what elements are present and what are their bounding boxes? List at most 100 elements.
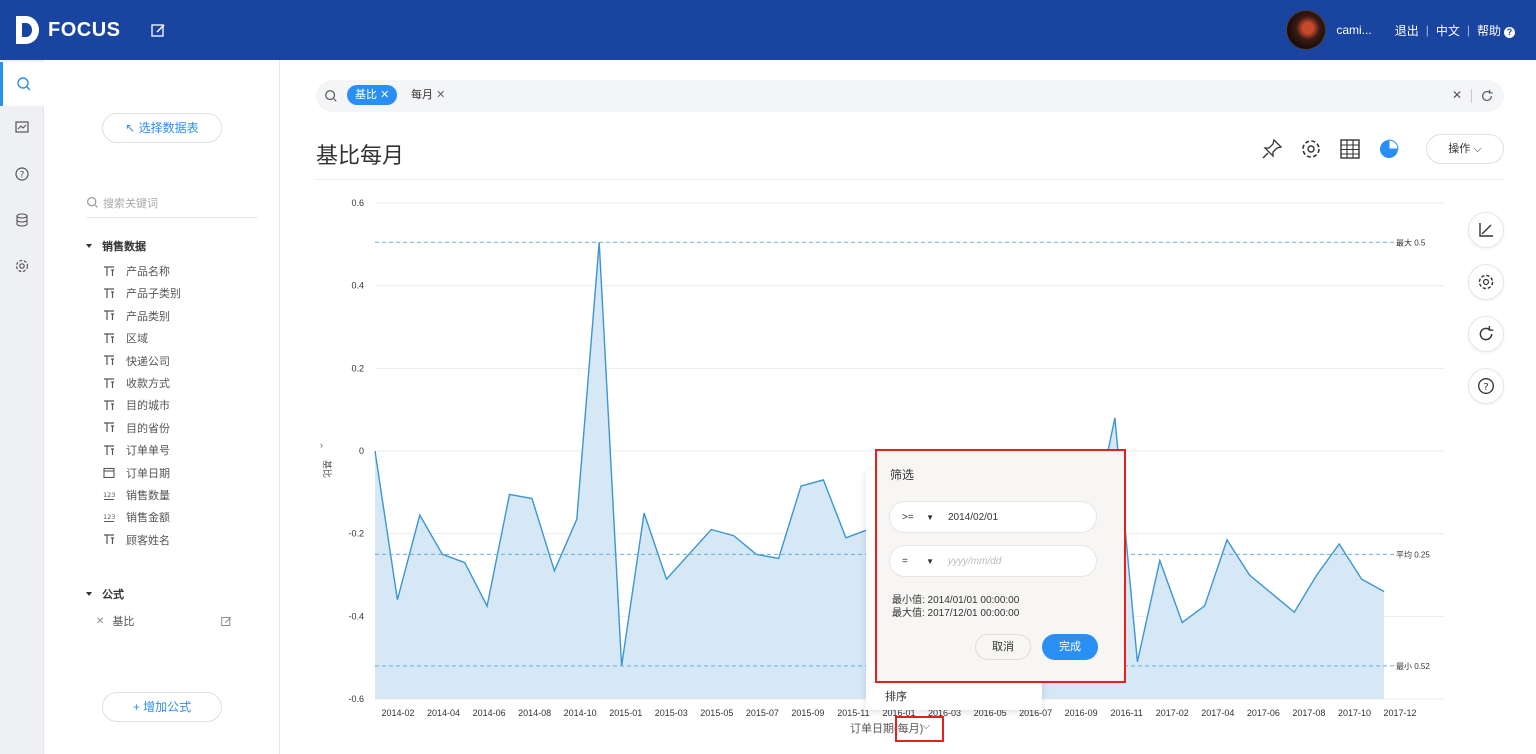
chevron-down-icon: ⌵: [1473, 143, 1482, 155]
text-field-icon: [102, 399, 116, 411]
rail-help[interactable]: ?: [0, 152, 44, 196]
pie-chart-icon[interactable]: [1378, 138, 1400, 160]
x-tick-label: 2016-11: [1111, 708, 1143, 718]
field-item[interactable]: 产品名称: [102, 262, 170, 280]
divider: [1471, 89, 1472, 103]
y-tick-label: 0: [359, 446, 364, 456]
reference-label: 平均 0.25: [1396, 549, 1430, 559]
field-item[interactable]: 123 销售金额: [102, 508, 170, 526]
field-item[interactable]: 订单日期: [102, 464, 170, 482]
language-link[interactable]: 中文: [1436, 22, 1460, 39]
x-tick-label: 2016-09: [1065, 708, 1098, 718]
y-tick-label: -0.4: [348, 611, 364, 621]
formula-item[interactable]: ✕ 基比: [96, 612, 232, 630]
edit-icon[interactable]: [151, 23, 166, 38]
user-name[interactable]: cami...: [1336, 23, 1371, 37]
field-item[interactable]: 快递公司: [102, 352, 170, 370]
y-tick-label: -0.6: [348, 694, 364, 704]
date-input[interactable]: 2014/02/01: [948, 512, 998, 523]
avatar[interactable]: [1286, 10, 1327, 50]
number-field-icon: 123: [102, 511, 116, 523]
date-input[interactable]: yyyy/mm/dd: [948, 556, 1001, 567]
edit-icon[interactable]: [221, 616, 232, 627]
query-search-bar[interactable]: ✕: [316, 80, 1504, 112]
top-bar: FOCUS cami... 退出 | 中文 | 帮助?: [0, 0, 1536, 60]
operator-select[interactable]: >= ▼: [890, 512, 940, 523]
operator-value: >=: [902, 511, 914, 523]
app-logo[interactable]: FOCUS: [14, 14, 121, 46]
field-item[interactable]: 区域: [102, 329, 148, 347]
rail-settings[interactable]: [0, 244, 44, 288]
select-table-button[interactable]: ↖ 选择数据表: [102, 113, 222, 143]
field-item[interactable]: 目的城市: [102, 396, 170, 414]
dropdown-arrow-icon: ▼: [926, 512, 934, 522]
gear-icon: [1478, 274, 1494, 290]
svg-text:?: ?: [1483, 382, 1488, 393]
divider: |: [1466, 23, 1470, 37]
axis-settings-button[interactable]: [1468, 212, 1504, 248]
tag-close-icon[interactable]: ✕: [380, 89, 389, 101]
rail-search[interactable]: [0, 62, 44, 106]
done-button[interactable]: 完成: [1042, 634, 1098, 660]
search-icon: [87, 197, 98, 208]
help-link[interactable]: 帮助?: [1477, 22, 1515, 39]
cancel-button[interactable]: 取消: [975, 634, 1031, 660]
divider: |: [1425, 23, 1429, 37]
search-icon: [16, 77, 30, 91]
text-field-icon: [102, 444, 116, 456]
operator-select[interactable]: = ▼: [890, 556, 940, 567]
refresh-button[interactable]: [1468, 316, 1504, 352]
field-item[interactable]: 订单单号: [102, 441, 170, 459]
section-label: 公式: [102, 589, 124, 601]
text-field-icon: [102, 332, 116, 344]
field-item[interactable]: 目的省份: [102, 419, 170, 437]
field-panel: ↖ 选择数据表 搜索关键词 销售数据 产品名称产品子类别产品类别区域快递公司收款…: [44, 60, 280, 754]
chart-settings-button[interactable]: [1468, 264, 1504, 300]
search-tag[interactable]: 每月 ✕: [405, 85, 451, 105]
chevron-right-icon: ›: [320, 440, 323, 450]
logout-link[interactable]: 退出: [1395, 22, 1419, 39]
field-item[interactable]: 顾客姓名: [102, 531, 170, 549]
text-field-icon: [102, 422, 116, 434]
pin-icon[interactable]: [1261, 138, 1283, 160]
search-placeholder: 搜索关键词: [103, 197, 158, 210]
add-formula-button[interactable]: + 增加公式: [102, 692, 222, 722]
field-item[interactable]: 产品子类别: [102, 284, 181, 302]
y-tick-label: 0.4: [351, 281, 364, 291]
number-field-icon: 123: [102, 489, 116, 501]
sort-menu-item[interactable]: 排序: [885, 688, 907, 704]
field-item[interactable]: 收款方式: [102, 374, 170, 392]
field-search-input[interactable]: 搜索关键词: [86, 188, 258, 218]
field-label: 目的城市: [126, 400, 170, 413]
tag-label: 每月: [411, 89, 433, 101]
help-label: 帮助: [1476, 23, 1501, 38]
search-tag[interactable]: 基比 ✕: [347, 85, 398, 105]
field-item[interactable]: 产品类别: [102, 307, 170, 325]
text-field-icon: [102, 377, 116, 389]
filter-row-2: = ▼ yyyy/mm/dd: [889, 545, 1097, 577]
x-tick-label: 2017-06: [1247, 708, 1280, 718]
axis-icon: [1479, 223, 1493, 237]
x-tick-label: 2014-02: [381, 708, 414, 718]
rail-dashboard[interactable]: [0, 106, 44, 150]
x-tick-label: 2014-10: [564, 708, 597, 718]
operate-button[interactable]: 操作 ⌵: [1426, 134, 1504, 164]
remove-icon[interactable]: ✕: [96, 616, 104, 627]
field-label: 收款方式: [126, 378, 170, 390]
clear-icon[interactable]: ✕: [1452, 88, 1462, 102]
svg-text:123: 123: [103, 491, 115, 499]
table-icon[interactable]: [1339, 138, 1361, 160]
section-sales-data[interactable]: 销售数据: [86, 238, 146, 254]
help-button[interactable]: ?: [1468, 368, 1504, 404]
refresh-icon: [1479, 326, 1494, 341]
rail-data[interactable]: [0, 198, 44, 242]
field-item[interactable]: 123 销售数量: [102, 486, 170, 504]
page-title: 基比每月: [316, 143, 405, 168]
x-tick-label: 2015-01: [609, 708, 642, 718]
tag-close-icon[interactable]: ✕: [436, 89, 445, 101]
board-icon: [15, 121, 29, 133]
refresh-icon[interactable]: [1480, 89, 1494, 103]
section-formula[interactable]: 公式: [86, 586, 124, 602]
gear-icon[interactable]: [1300, 138, 1322, 160]
x-tick-label: 2017-04: [1201, 708, 1234, 718]
